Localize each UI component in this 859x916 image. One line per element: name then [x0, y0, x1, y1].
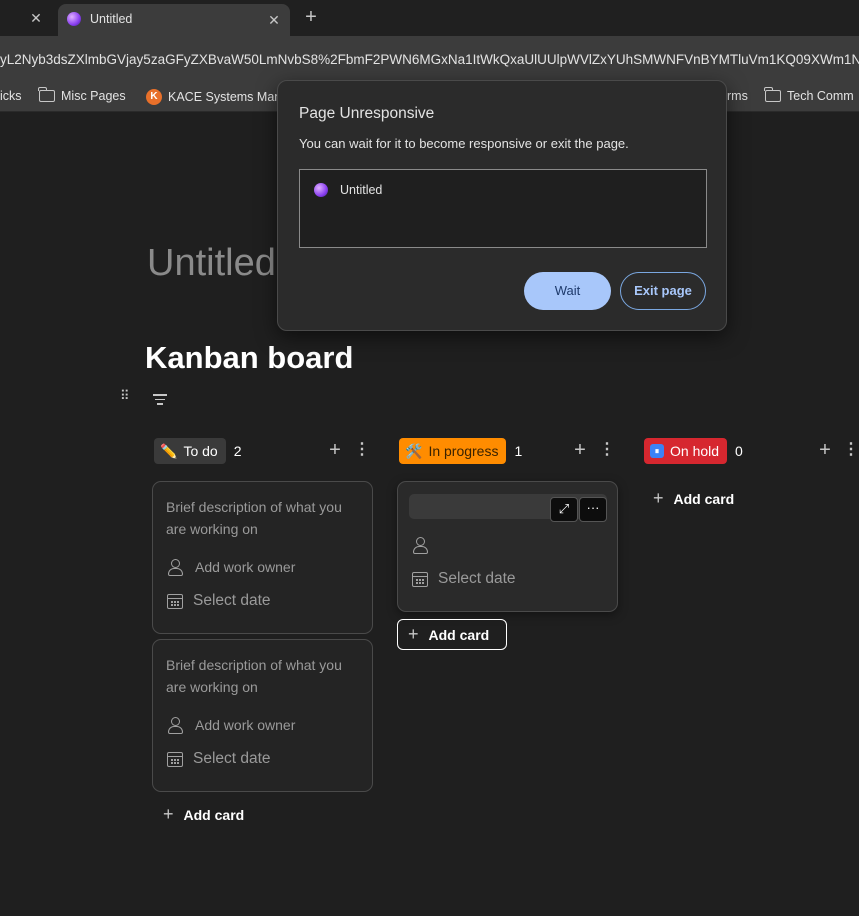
pencil-icon: ✏️: [160, 442, 178, 459]
date-field[interactable]: Select date: [167, 750, 271, 768]
plus-icon: +: [653, 488, 664, 508]
card-description[interactable]: Brief description of what you are workin…: [166, 654, 356, 698]
more-icon[interactable]: ⋮: [843, 439, 859, 461]
calendar-icon: [167, 751, 183, 767]
plus-icon[interactable]: +: [817, 439, 833, 461]
plus-icon: +: [408, 624, 419, 644]
bookmark-label: icks: [0, 89, 22, 103]
url-text[interactable]: yL2Nyb3dsZXlmbGVjay5zaGFyZXBvaW50LmNvbS8…: [0, 52, 859, 67]
kanban-title[interactable]: Kanban board: [145, 340, 353, 376]
person-icon: [412, 537, 428, 554]
plus-icon[interactable]: +: [572, 439, 588, 461]
calendar-icon: [412, 571, 428, 587]
add-card-label: Add card: [428, 626, 490, 643]
more-icon[interactable]: ⋮: [599, 439, 615, 461]
date-field[interactable]: Select date: [412, 570, 516, 588]
bookmark-kace[interactable]: K KACE Systems Mana...: [146, 89, 299, 105]
status-pill-on-hold[interactable]: ⏸ On hold: [644, 438, 728, 464]
filter-icon[interactable]: [153, 394, 167, 408]
work-owner-field[interactable]: [412, 537, 428, 554]
kanban-card[interactable]: Brief description of what you are workin…: [152, 481, 373, 634]
expand-icon[interactable]: ⤢: [550, 497, 578, 522]
bookmark-folder-tech-comm[interactable]: Tech Comm: [764, 87, 854, 103]
folder-icon: [38, 87, 55, 102]
folder-icon: [764, 87, 781, 102]
bookmark-label: rms: [727, 89, 748, 103]
column-header-in-progress: 🛠️ In progress 1: [399, 438, 522, 464]
add-card-button[interactable]: + Add card: [653, 488, 734, 509]
work-owner-field[interactable]: Add work owner: [167, 559, 296, 576]
tools-icon: 🛠️: [405, 442, 423, 459]
column-count: 1: [514, 443, 523, 459]
new-tab-icon[interactable]: +: [300, 7, 322, 29]
column-header-todo: ✏️ To do 2: [154, 438, 241, 464]
add-card-label: Add card: [673, 490, 735, 507]
column-label: To do: [183, 443, 218, 459]
unresponsive-page-label: Untitled: [340, 183, 383, 197]
column-count: 2: [233, 443, 242, 459]
kanban-card[interactable]: ⤢ ··· Select date: [397, 481, 618, 612]
close-icon[interactable]: ✕: [264, 10, 284, 30]
more-icon[interactable]: ···: [579, 497, 607, 522]
date-placeholder: Select date: [438, 570, 516, 587]
date-placeholder: Select date: [193, 592, 271, 609]
tab-untitled[interactable]: Untitled ✕: [58, 4, 290, 36]
column-count: 0: [735, 443, 743, 459]
dialog-title: Page Unresponsive: [299, 105, 435, 122]
close-icon[interactable]: ✕: [26, 8, 46, 28]
kanban-card[interactable]: Brief description of what you are workin…: [152, 639, 373, 792]
owner-placeholder: Add work owner: [195, 559, 296, 575]
pause-icon: ⏸: [650, 444, 664, 458]
status-pill-in-progress[interactable]: 🛠️ In progress: [399, 438, 507, 464]
exit-page-button[interactable]: Exit page: [620, 272, 706, 310]
bookmark-label: Misc Pages: [61, 89, 126, 103]
more-icon[interactable]: ⋮: [354, 439, 370, 461]
column-label: On hold: [670, 443, 720, 459]
add-card-label: Add card: [183, 806, 245, 823]
add-card-button[interactable]: + Add card: [397, 619, 508, 650]
date-field[interactable]: Select date: [167, 592, 271, 610]
kace-icon: K: [146, 89, 162, 105]
loop-favicon-icon: [314, 183, 328, 197]
add-card-button[interactable]: + Add card: [163, 804, 244, 825]
person-icon: [167, 717, 183, 734]
loop-favicon-icon: [67, 12, 81, 26]
calendar-icon: [167, 593, 183, 609]
bookmark-folder-misc-pages[interactable]: Misc Pages: [38, 87, 126, 103]
bookmark-item[interactable]: icks: [0, 89, 22, 103]
status-pill-todo[interactable]: ✏️ To do: [154, 438, 226, 464]
plus-icon[interactable]: +: [327, 439, 343, 461]
drag-handle-icon[interactable]: ⠿: [120, 389, 130, 403]
tab-title: Untitled: [90, 12, 133, 26]
unresponsive-page-list: Untitled: [299, 169, 707, 248]
dialog-message: You can wait for it to become responsive…: [299, 136, 629, 151]
date-placeholder: Select date: [193, 750, 271, 767]
wait-button[interactable]: Wait: [524, 272, 611, 310]
column-label: In progress: [428, 443, 499, 459]
address-bar: yL2Nyb3dsZXlmbGVjay5zaGFyZXBvaW50LmNvbS8…: [0, 36, 859, 84]
card-description[interactable]: Brief description of what you are workin…: [166, 496, 356, 540]
page-unresponsive-dialog: Page Unresponsive You can wait for it to…: [277, 80, 727, 331]
tab-strip: ✕ Untitled ✕ +: [0, 0, 859, 36]
work-owner-field[interactable]: Add work owner: [167, 717, 296, 734]
page-title[interactable]: Untitled: [147, 242, 276, 285]
column-header-on-hold: ⏸ On hold 0: [644, 438, 743, 464]
plus-icon: +: [163, 804, 174, 824]
person-icon: [167, 559, 183, 576]
owner-placeholder: Add work owner: [195, 717, 296, 733]
bookmark-label: Tech Comm: [787, 89, 854, 103]
bookmark-item[interactable]: rms: [727, 89, 748, 103]
